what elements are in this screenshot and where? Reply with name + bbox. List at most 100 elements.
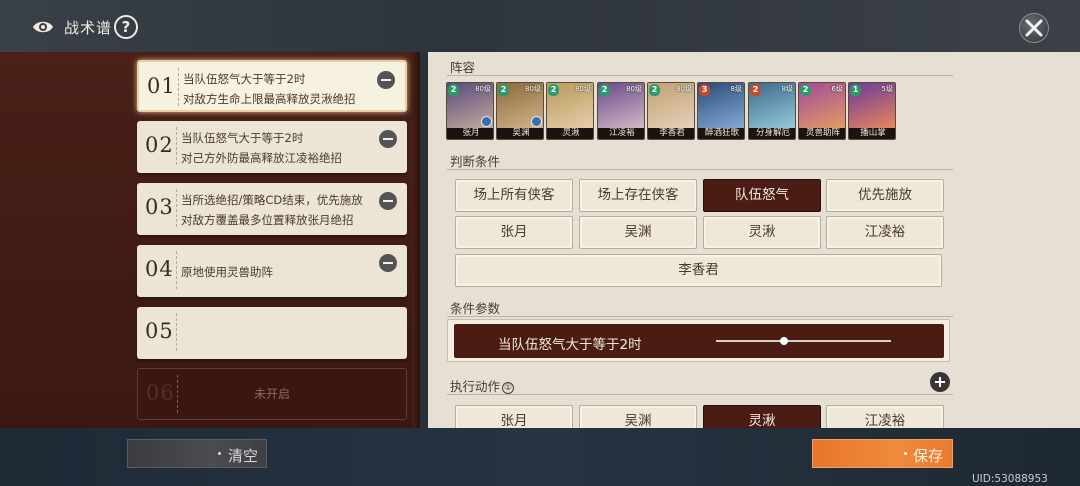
star-badge: 2 bbox=[599, 84, 610, 96]
lineup-card[interactable]: 3 8级醉酒狂歌 bbox=[697, 82, 745, 140]
remove-icon[interactable] bbox=[379, 254, 397, 272]
close-button[interactable] bbox=[1019, 13, 1049, 43]
lineup-label: 阵容 bbox=[450, 60, 476, 75]
hero-name: 分身解厄 bbox=[749, 128, 795, 139]
tactic-number: 02 bbox=[145, 133, 174, 157]
hero-level: 8级 bbox=[730, 85, 742, 93]
tactic-condition: 当队伍怒气大于等于2时 bbox=[183, 72, 306, 86]
param-slider-track[interactable] bbox=[716, 340, 891, 342]
page-title: 战术谱 bbox=[64, 19, 113, 37]
hero-name: 李香君 bbox=[648, 128, 694, 139]
hero-level: 80级 bbox=[475, 85, 491, 93]
hero-name: 张月 bbox=[447, 128, 493, 139]
remove-icon[interactable] bbox=[379, 192, 397, 210]
hero-name: 播山掌 bbox=[849, 128, 895, 139]
hero-level: 8级 bbox=[781, 85, 793, 93]
condition-option[interactable]: 吴渊 bbox=[579, 216, 697, 249]
tactic-condition: 当所选绝招/策略CD结束，优先施放 bbox=[181, 193, 363, 207]
tactic-item-04[interactable]: 04 原地使用灵兽助阵 bbox=[137, 245, 407, 297]
tactic-divider bbox=[178, 68, 179, 106]
lineup-card[interactable]: 2 6级灵兽助阵 bbox=[798, 82, 846, 140]
hero-level: 80级 bbox=[676, 85, 692, 93]
dot-ornament bbox=[218, 452, 221, 455]
star-badge: 3 bbox=[699, 84, 710, 96]
tactic-item-02[interactable]: 02 当队伍怒气大于等于2时 对己方外防最高释放江凌裕绝招 bbox=[137, 121, 407, 173]
tactic-item-03[interactable]: 03 当所选绝招/策略CD结束，优先施放 对敌方覆盖最多位置释放张月绝招 bbox=[137, 183, 407, 235]
tactic-action: 对敌方覆盖最多位置释放张月绝招 bbox=[181, 213, 354, 227]
condition-option[interactable]: 江凌裕 bbox=[826, 216, 944, 249]
clear-label: 清空 bbox=[228, 447, 259, 465]
condition-option[interactable]: 张月 bbox=[455, 216, 573, 249]
actions-label-wrap: 执行动作 ① bbox=[450, 376, 515, 395]
lineup-card[interactable]: 2 80级吴渊 bbox=[496, 82, 544, 140]
tactic-number: 04 bbox=[145, 257, 174, 281]
close-icon bbox=[1025, 19, 1043, 37]
action-option[interactable]: 吴渊 bbox=[579, 405, 697, 428]
tactic-divider bbox=[176, 127, 177, 165]
role-icon bbox=[481, 116, 492, 127]
hero-level: 6级 bbox=[831, 85, 843, 93]
tactic-number: 01 bbox=[147, 74, 176, 98]
dot-ornament bbox=[904, 452, 907, 455]
param-text: 当队伍怒气大于等于2时 bbox=[498, 337, 642, 353]
role-icon bbox=[531, 116, 542, 127]
save-label: 保存 bbox=[913, 447, 944, 465]
lineup-card[interactable]: 1 5级播山掌 bbox=[848, 82, 896, 140]
lineup-card[interactable]: 2 80级张月 bbox=[446, 82, 494, 140]
remove-icon[interactable] bbox=[379, 130, 397, 148]
lineup-card[interactable]: 2 80级 灵湫 bbox=[546, 82, 594, 140]
conditions-label: 判断条件 bbox=[450, 154, 501, 169]
star-badge: 1 bbox=[850, 84, 861, 96]
actions-label: 执行动作 bbox=[450, 379, 501, 394]
tactic-action: 对己方外防最高释放江凌裕绝招 bbox=[181, 151, 342, 165]
hero-name: 醉酒狂歌 bbox=[698, 128, 744, 139]
hero-level: 80级 bbox=[626, 85, 642, 93]
condition-option[interactable]: 队伍怒气 bbox=[703, 179, 821, 212]
tactic-action: 原地使用灵兽助阵 bbox=[181, 265, 273, 279]
params-label: 条件参数 bbox=[450, 301, 501, 316]
star-badge: 2 bbox=[498, 84, 509, 96]
lineup-roster: 2 80级 张月 2 80级 吴渊 2 80级 灵湫 2 80级 江凌裕 2 80级 李香君 3 8级 醉酒狂歌 2… bbox=[446, 82, 906, 142]
condition-option[interactable]: 灵湫 bbox=[703, 216, 821, 249]
lineup-card[interactable]: 2 80级李香君 bbox=[647, 82, 695, 140]
hero-level: 80级 bbox=[525, 85, 541, 93]
hero-level: 5级 bbox=[881, 85, 893, 93]
info-icon[interactable]: ① bbox=[502, 382, 515, 394]
hero-name: 吴渊 bbox=[497, 128, 543, 139]
section-divider bbox=[447, 316, 953, 317]
tactic-item-06-locked: 06 未开启 bbox=[137, 368, 407, 420]
top-bar: 战术谱 ? bbox=[0, 0, 1080, 52]
tactic-condition: 当队伍怒气大于等于2时 bbox=[181, 131, 304, 145]
user-id: UID:53088953 bbox=[972, 473, 1048, 485]
condition-option[interactable]: 李香君 bbox=[455, 254, 942, 287]
star-badge: 2 bbox=[448, 84, 459, 96]
star-badge: 2 bbox=[649, 84, 660, 96]
star-badge: 2 bbox=[750, 84, 761, 96]
tactic-divider bbox=[176, 313, 177, 351]
condition-option[interactable]: 场上存在侠客 bbox=[579, 179, 697, 212]
tactic-action: 对敌方生命上限最高释放灵湫绝招 bbox=[183, 92, 356, 106]
hero-name: 江凌裕 bbox=[598, 128, 644, 139]
tactic-divider bbox=[176, 251, 177, 289]
remove-icon[interactable] bbox=[377, 71, 395, 89]
tactic-item-05[interactable]: 05 bbox=[137, 307, 407, 359]
section-divider bbox=[447, 394, 953, 395]
action-option[interactable]: 张月 bbox=[455, 405, 573, 428]
hero-name: 灵兽助阵 bbox=[799, 128, 845, 139]
lineup-card[interactable]: 2 80级江凌裕 bbox=[597, 82, 645, 140]
section-divider bbox=[447, 75, 953, 76]
eye-icon[interactable] bbox=[32, 16, 54, 38]
tactic-item-01[interactable]: 01 当队伍怒气大于等于2时 对敌方生命上限最高释放灵湫绝招 bbox=[137, 60, 407, 112]
star-badge: 2 bbox=[548, 84, 559, 96]
action-option[interactable]: 江凌裕 bbox=[826, 405, 944, 428]
condition-option[interactable]: 场上所有侠客 bbox=[455, 179, 573, 212]
help-icon[interactable]: ? bbox=[114, 15, 138, 39]
hero-name: 灵湫 bbox=[547, 128, 593, 139]
star-badge: 2 bbox=[800, 84, 811, 96]
condition-option[interactable]: 优先施放 bbox=[826, 179, 944, 212]
action-option[interactable]: 灵湫 bbox=[703, 405, 821, 428]
lineup-card[interactable]: 2 8级分身解厄 bbox=[748, 82, 796, 140]
add-action-button[interactable] bbox=[930, 372, 950, 392]
param-slider-thumb[interactable] bbox=[780, 337, 788, 345]
tactic-number: 03 bbox=[145, 195, 174, 219]
